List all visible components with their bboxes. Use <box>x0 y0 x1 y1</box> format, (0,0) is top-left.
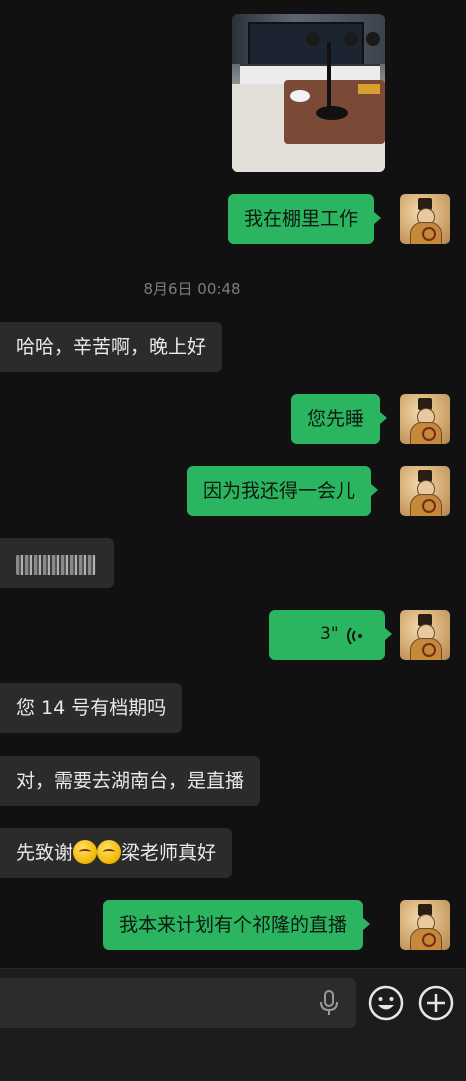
message-text: 因为我还得一会儿 <box>203 480 356 502</box>
message-text: 我在棚里工作 <box>244 208 359 230</box>
avatar[interactable] <box>400 610 450 660</box>
emoji-icon[interactable] <box>368 985 404 1021</box>
thinking-emoji <box>73 840 98 864</box>
photo-mic <box>306 32 320 46</box>
avatar-ring <box>422 933 436 947</box>
timestamp: 8月6日 00:48 <box>143 280 241 298</box>
photo-message[interactable] <box>232 14 385 172</box>
avatar-ring <box>422 227 436 241</box>
voice-duration: 3" <box>320 624 339 644</box>
voice-wave-icon <box>347 627 362 645</box>
outgoing-message[interactable]: 我在棚里工作 <box>228 194 382 244</box>
avatar[interactable] <box>400 194 450 244</box>
photo-sign <box>358 84 380 94</box>
avatar[interactable] <box>400 900 450 950</box>
avatar-ring <box>422 499 436 513</box>
message-input[interactable] <box>0 978 356 1028</box>
chat-area[interactable]: 我在棚里工作 8月6日 00:48 哈哈，辛苦啊，晚上好 您先睡 因为我还得一会… <box>0 0 466 968</box>
avatar[interactable] <box>400 466 450 516</box>
plus-icon[interactable] <box>418 985 454 1021</box>
microphone-icon[interactable] <box>319 990 339 1016</box>
message-text: 您 14 号有档期吗 <box>16 697 167 719</box>
message-text: 您先睡 <box>307 408 365 430</box>
message-text-part: 梁老师真好 <box>121 842 217 864</box>
incoming-message[interactable]: 您 14 号有档期吗 <box>0 683 183 733</box>
avatar[interactable] <box>400 394 450 444</box>
message-text: 哈哈，辛苦啊，晚上好 <box>16 336 207 358</box>
incoming-message[interactable]: 先致谢 梁老师真好 <box>0 828 233 878</box>
photo-mic <box>344 32 358 46</box>
outgoing-message[interactable]: 您先睡 <box>291 394 388 444</box>
photo-mic <box>366 32 380 46</box>
incoming-message[interactable]: 哈哈，辛苦啊，晚上好 <box>0 322 223 372</box>
blurred-text <box>16 555 96 575</box>
message-text: 我本来计划有个祁隆的直播 <box>119 914 348 936</box>
outgoing-message[interactable]: 因为我还得一会儿 <box>187 466 379 516</box>
message-text-part: 先致谢 <box>16 842 74 864</box>
avatar-ring <box>422 427 436 441</box>
photo-mic-stand <box>327 42 331 108</box>
outgoing-message[interactable]: 我本来计划有个祁隆的直播 <box>103 900 371 950</box>
photo-mouse <box>290 90 310 102</box>
thinking-emoji <box>97 840 122 864</box>
incoming-message[interactable]: 对，需要去湖南台，是直播 <box>0 756 261 806</box>
avatar-ring <box>422 643 436 657</box>
photo-mic-base <box>316 106 348 120</box>
message-text: 对，需要去湖南台，是直播 <box>16 770 245 792</box>
